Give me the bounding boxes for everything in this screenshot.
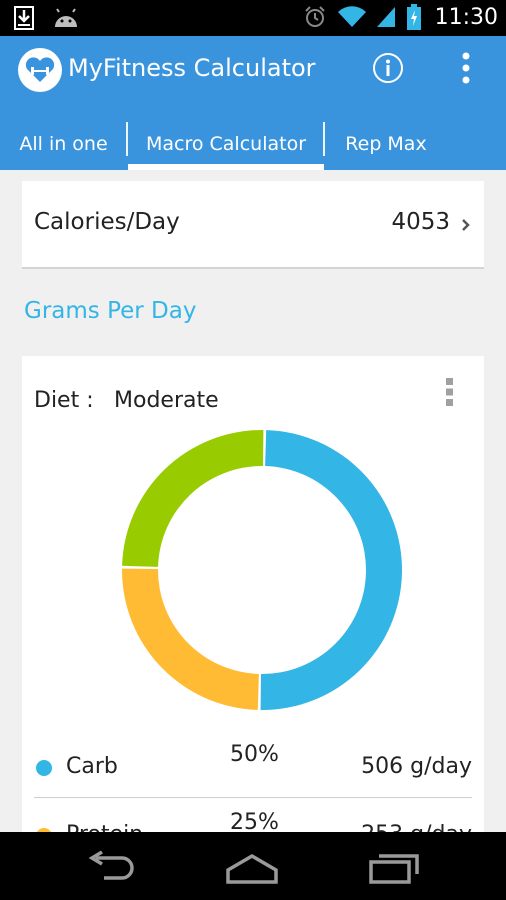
legend-name: Carb	[66, 754, 118, 779]
legend-row-protein: Protein 25% 253 g/day	[34, 806, 472, 832]
info-icon[interactable]	[372, 52, 404, 84]
status-time: 11:30	[434, 4, 498, 30]
section-title: Grams Per Day	[24, 298, 197, 324]
diet-label: Diet :	[34, 388, 94, 413]
legend-percent: 50%	[230, 742, 279, 767]
main-content: Calories/Day 4053 Grams Per Day Diet : M…	[0, 170, 506, 832]
overflow-menu-icon[interactable]	[452, 50, 480, 86]
wifi-icon	[337, 6, 366, 28]
legend-percent: 25%	[230, 810, 279, 832]
calories-card[interactable]: Calories/Day 4053	[22, 181, 484, 269]
legend-row-carb: Carb 50% 506 g/day	[34, 738, 472, 798]
tab-rep-max[interactable]: Rep Max	[325, 118, 447, 170]
battery-charging-icon	[406, 4, 421, 30]
tab-macro-calculator[interactable]: Macro Calculator	[128, 118, 324, 170]
home-icon[interactable]	[222, 844, 282, 888]
carb-legend-dot	[36, 760, 52, 776]
divider	[34, 797, 472, 798]
diet-value: Moderate	[114, 388, 219, 413]
legend-grams: 506 g/day	[361, 754, 472, 779]
macro-donut-chart	[122, 430, 403, 710]
recent-apps-icon[interactable]	[365, 844, 425, 888]
donut-slice-carb	[260, 430, 403, 710]
app-logo-icon	[18, 48, 62, 92]
diet-card: Diet : Moderate Carb 50% 506 g/day Prote…	[22, 356, 484, 832]
legend-name: Protein	[66, 822, 143, 832]
app-title: MyFitness Calculator	[68, 54, 316, 82]
tab-all-in-one[interactable]: All in one	[0, 118, 127, 170]
status-bar: 11:30	[0, 0, 506, 36]
donut-slice-protein	[122, 568, 259, 710]
donut-slice-fat	[122, 430, 264, 567]
app-bar: MyFitness Calculator All in one Macro Ca…	[0, 36, 506, 170]
back-icon[interactable]	[82, 844, 142, 888]
legend-grams: 253 g/day	[361, 822, 472, 832]
calories-label: Calories/Day	[34, 209, 180, 235]
system-nav-bar	[0, 832, 506, 900]
signal-icon	[376, 7, 395, 27]
chevron-right-icon	[462, 219, 470, 231]
download-icon	[14, 6, 34, 30]
alarm-icon	[304, 6, 325, 27]
diet-menu-icon[interactable]	[444, 376, 456, 408]
calories-value: 4053	[391, 209, 450, 235]
android-icon	[55, 8, 77, 27]
tab-bar: All in one Macro Calculator Rep Max	[0, 118, 506, 170]
